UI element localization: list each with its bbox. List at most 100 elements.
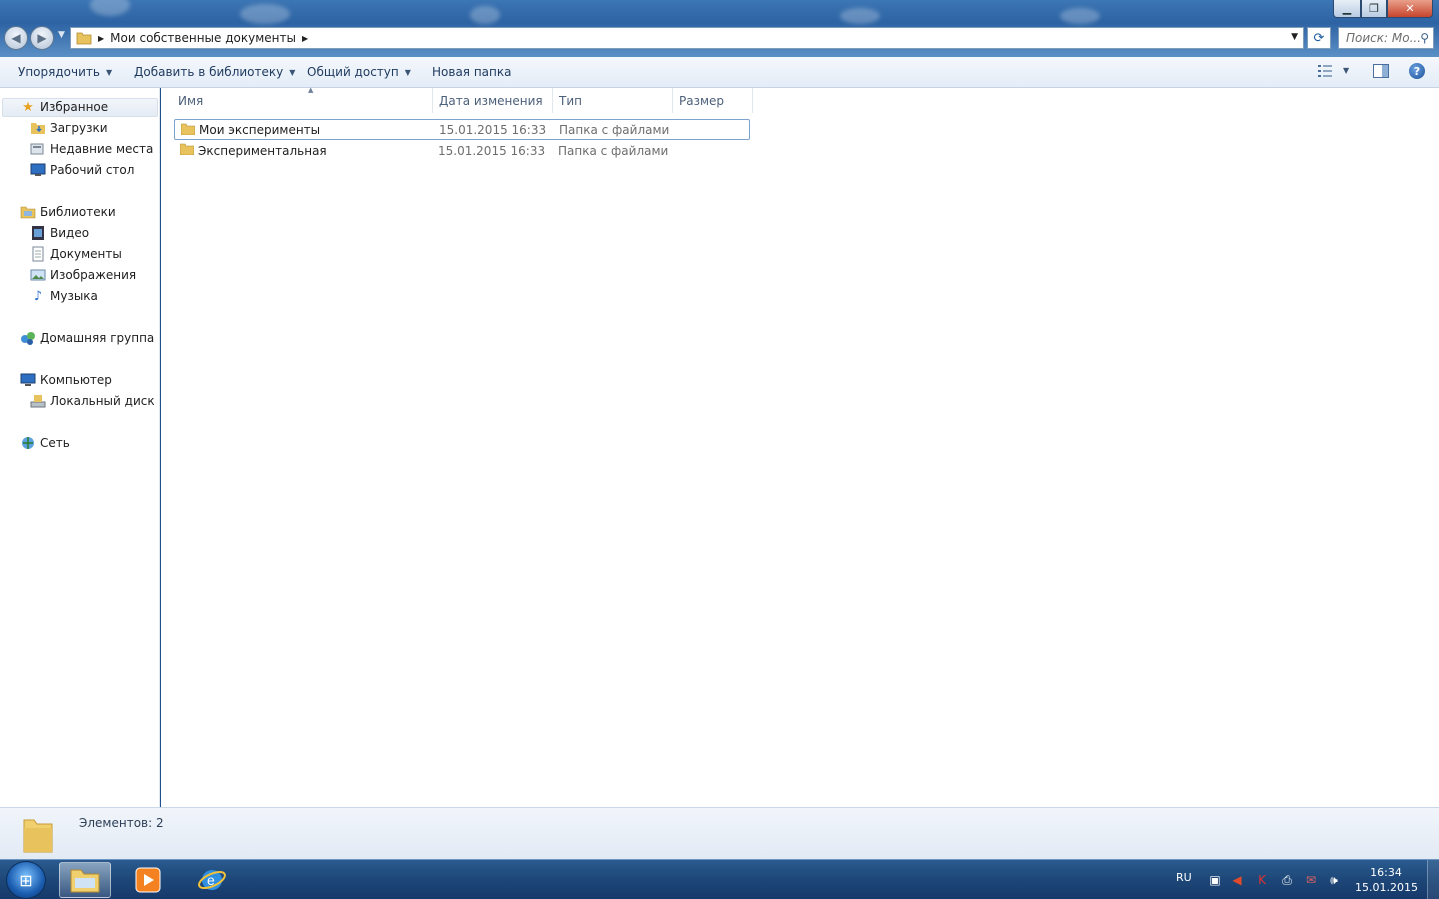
downloads-icon (30, 120, 46, 136)
breadcrumb-current[interactable]: Мои собственные документы (110, 31, 296, 45)
desktop-icon (30, 162, 46, 178)
nav-computer[interactable]: Компьютер (20, 372, 112, 388)
media-player-icon (135, 867, 161, 893)
command-bar: Упорядочить ▼ Добавить в библиотеку ▼ Общи… (0, 57, 1439, 88)
search-icon[interactable]: ⚲ (1420, 31, 1429, 45)
column-date-label: Дата изменения (439, 93, 543, 108)
file-list: Имя ▲ Дата изменения Тип Размер Мои эксп… (161, 86, 1439, 807)
column-header-date[interactable]: Дата изменения (433, 88, 553, 113)
nav-libraries[interactable]: Библиотеки (20, 204, 116, 220)
tray-app-icon[interactable]: ▣ (1207, 872, 1223, 888)
taskbar: ⊞ e RU ▣ ◀ K ⎙ ✉ 🕪 16:34 15.01.2015 (0, 859, 1439, 899)
file-row[interactable]: Мои эксперименты 15.01.2015 16:33 Папка … (174, 119, 750, 140)
clock-time: 16:34 (1370, 866, 1402, 879)
arrow-right-icon: ▶ (37, 31, 47, 45)
star-icon: ★ (22, 99, 34, 115)
file-row[interactable]: Экспериментальная 15.01.2015 16:33 Папка… (174, 140, 750, 161)
explorer-icon (70, 869, 100, 893)
address-bar[interactable]: ▶ Мои собственные документы ▶ ▼ (70, 27, 1304, 49)
file-type: Папка с файлами (559, 122, 670, 137)
search-input[interactable]: Поиск: Мо... ⚲ (1338, 27, 1434, 49)
nav-item-label: Рабочий стол (50, 163, 135, 177)
nav-homegroup-label: Домашняя группа (40, 331, 155, 345)
music-icon: ♪ (33, 288, 43, 304)
libraries-icon (20, 204, 36, 220)
nav-item-music[interactable]: ♪ Музыка (30, 288, 98, 304)
tray-network-error-icon[interactable]: ✉ (1303, 872, 1319, 888)
folder-icon (76, 32, 92, 45)
nav-network-label: Сеть (40, 436, 70, 450)
preview-pane-icon[interactable] (1373, 64, 1389, 78)
start-button[interactable]: ⊞ (6, 861, 46, 899)
tray-speaker-icon[interactable]: 🕪 (1326, 872, 1342, 888)
taskbar-internet-explorer[interactable]: e (186, 862, 238, 898)
nav-item-label: Локальный диск (C:) (50, 394, 159, 408)
nav-item-pictures[interactable]: Изображения (30, 267, 136, 283)
file-type: Папка с файлами (558, 143, 669, 158)
folder-icon (23, 819, 53, 853)
refresh-button[interactable]: ⟳ (1307, 27, 1331, 49)
address-history-dropdown[interactable]: ▼ (1291, 32, 1298, 42)
recent-places-icon (30, 141, 46, 157)
recent-pages-dropdown[interactable]: ▼ (58, 30, 65, 40)
column-type-label: Тип (559, 93, 582, 108)
view-options-dropdown[interactable]: ▼ (1343, 66, 1349, 75)
minimize-button[interactable]: ▁ (1333, 0, 1361, 18)
windows-logo-icon: ⊞ (19, 870, 33, 890)
folder-icon (181, 123, 195, 135)
breadcrumb-separator-icon[interactable]: ▶ (98, 34, 104, 43)
tray-antivirus-icon[interactable]: K (1254, 872, 1270, 888)
column-name-label: Имя (178, 93, 204, 108)
help-icon[interactable]: ? (1409, 63, 1425, 79)
drive-icon (30, 393, 46, 409)
nav-network[interactable]: Сеть (20, 435, 70, 451)
nav-homegroup[interactable]: Домашняя группа (20, 330, 154, 346)
nav-item-video[interactable]: Видео (30, 225, 89, 241)
computer-icon (20, 372, 36, 388)
column-size-label: Размер (679, 93, 725, 108)
taskbar-explorer[interactable] (59, 862, 111, 898)
organize-label: Упорядочить (18, 65, 100, 79)
documents-icon (30, 246, 46, 262)
forward-button[interactable]: ▶ (30, 26, 54, 50)
nav-item-label: Изображения (50, 268, 137, 282)
window-controls: ▁ ❐ ✕ (1333, 0, 1433, 18)
new-folder-button[interactable]: Новая папка (432, 65, 511, 79)
column-header-size[interactable]: Размер (673, 88, 753, 113)
taskbar-media-player[interactable] (122, 862, 174, 898)
show-desktop-button[interactable] (1427, 860, 1439, 899)
nav-item-recent-places[interactable]: Недавние места (30, 141, 153, 157)
column-header-name[interactable]: Имя ▲ (172, 86, 433, 113)
maximize-button[interactable]: ❐ (1361, 0, 1387, 18)
file-date: 15.01.2015 16:33 (438, 143, 546, 158)
nav-favorites[interactable]: ★ Избранное (20, 99, 108, 115)
share-button[interactable]: Общий доступ ▼ (307, 65, 411, 79)
nav-item-local-disk[interactable]: Локальный диск (C:) (30, 393, 159, 409)
nav-item-downloads[interactable]: Загрузки (30, 120, 108, 136)
language-indicator[interactable]: RU (1176, 871, 1192, 884)
clock[interactable]: 16:34 15.01.2015 (1355, 865, 1418, 895)
video-icon (30, 225, 46, 241)
nav-item-documents[interactable]: Документы (30, 246, 122, 262)
refresh-icon: ⟳ (1313, 30, 1325, 46)
chevron-down-icon: ▼ (105, 67, 113, 77)
back-button[interactable]: ◀ (4, 26, 28, 50)
network-icon (20, 435, 36, 451)
new-folder-label: Новая папка (432, 65, 512, 79)
navigation-pane: ★ Избранное Загрузки Недавние места Рабо… (0, 88, 160, 807)
svg-text:e: e (207, 872, 215, 888)
add-to-library-button[interactable]: Добавить в библиотеку ▼ (134, 65, 295, 79)
organize-button[interactable]: Упорядочить ▼ (18, 65, 112, 79)
nav-item-desktop[interactable]: Рабочий стол (30, 162, 134, 178)
tray-device-icon[interactable]: ⎙ (1279, 872, 1295, 888)
close-button[interactable]: ✕ (1387, 0, 1433, 18)
homegroup-icon (20, 330, 36, 346)
add-to-library-label: Добавить в библиотеку (134, 65, 284, 79)
chevron-down-icon: ▼ (289, 67, 296, 77)
sort-ascending-icon: ▲ (308, 86, 314, 94)
nav-item-label: Документы (50, 247, 122, 261)
breadcrumb-separator-icon[interactable]: ▶ (302, 34, 308, 43)
column-header-type[interactable]: Тип (553, 88, 673, 113)
change-view-icon[interactable] (1318, 65, 1332, 77)
tray-volume-mute-icon[interactable]: ◀ (1229, 872, 1245, 888)
